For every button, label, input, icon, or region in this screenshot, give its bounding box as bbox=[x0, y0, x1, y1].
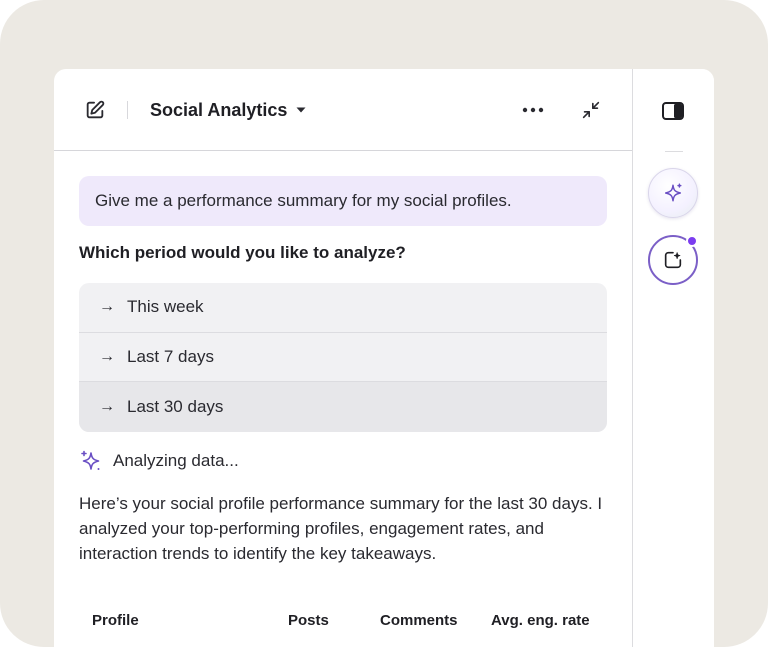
assistant-sparkle-button[interactable] bbox=[648, 168, 698, 218]
new-chat-button[interactable] bbox=[648, 235, 698, 285]
user-prompt-text: Give me a performance summary for my soc… bbox=[95, 191, 512, 210]
option-label: Last 7 days bbox=[127, 346, 214, 366]
arrow-right-icon: → bbox=[99, 397, 115, 415]
assistant-question: Which period would you like to analyze? bbox=[79, 243, 406, 262]
side-panel bbox=[632, 69, 714, 647]
column-header-avg-eng-rate: Avg. eng. rate bbox=[491, 612, 590, 629]
header-divider bbox=[127, 101, 128, 119]
panel-toggle-icon[interactable] bbox=[658, 96, 688, 126]
summary-table-header: Profile Posts Comments Avg. eng. rate bbox=[79, 612, 607, 634]
assistant-window: Social Analytics Give me a performance s… bbox=[54, 69, 714, 647]
option-label: Last 30 days bbox=[127, 396, 224, 416]
assistant-summary: Here’s your social profile performance s… bbox=[79, 494, 603, 563]
option-label: This week bbox=[127, 297, 204, 317]
status-text: Analyzing data... bbox=[113, 451, 239, 470]
side-divider bbox=[665, 151, 683, 152]
option-last-30-days[interactable]: → Last 30 days bbox=[79, 382, 607, 432]
column-header-comments: Comments bbox=[380, 612, 458, 629]
sparkle-icon bbox=[81, 450, 100, 470]
column-header-profile: Profile bbox=[92, 612, 139, 629]
arrow-right-icon: → bbox=[99, 347, 115, 365]
title-dropdown[interactable]: Social Analytics bbox=[150, 97, 307, 123]
caret-down-icon bbox=[296, 107, 306, 113]
user-prompt-bubble: Give me a performance summary for my soc… bbox=[79, 176, 607, 226]
collapse-icon[interactable] bbox=[576, 96, 606, 124]
page-title: Social Analytics bbox=[150, 99, 288, 120]
period-options: → This week → Last 7 days → Last 30 days bbox=[79, 283, 607, 432]
more-icon[interactable] bbox=[518, 96, 548, 124]
chat-main: Social Analytics Give me a performance s… bbox=[54, 69, 632, 647]
sparkle-icon bbox=[664, 183, 682, 202]
arrow-right-icon: → bbox=[99, 298, 115, 316]
option-this-week[interactable]: → This week bbox=[79, 283, 607, 333]
app-frame: Social Analytics Give me a performance s… bbox=[0, 0, 768, 647]
option-last-7-days[interactable]: → Last 7 days bbox=[79, 333, 607, 383]
edit-icon[interactable] bbox=[80, 95, 110, 125]
analyzing-status: Analyzing data... bbox=[79, 449, 239, 473]
notification-dot bbox=[686, 235, 698, 247]
new-chat-sparkle-icon bbox=[664, 251, 682, 269]
column-header-posts: Posts bbox=[288, 612, 329, 629]
chat-header: Social Analytics bbox=[54, 69, 632, 151]
